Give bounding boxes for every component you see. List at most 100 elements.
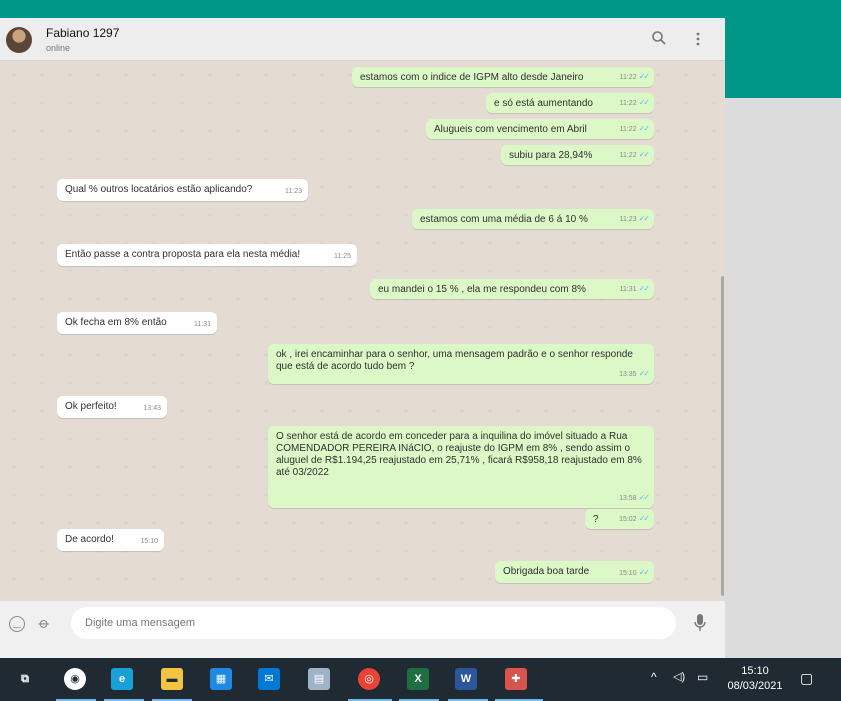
message-meta: 11:23 — [285, 186, 302, 198]
read-receipt-icon: ✓✓ — [638, 284, 650, 293]
message-meta: 11:22 ✓✓ — [619, 123, 650, 136]
message-text: Qual % outros locatários estão aplicando… — [65, 184, 253, 195]
message-bubble-out[interactable]: ? 15:02 ✓✓ — [585, 509, 654, 529]
taskbar-app-cylinder-icon[interactable]: ▤ — [308, 668, 330, 690]
message-bubble-out[interactable]: Obrigada boa tarde 15:10 ✓✓ — [495, 561, 654, 583]
read-receipt-icon: ✓✓ — [638, 98, 650, 107]
message-bubble-out[interactable]: eu mandei o 15 % , ela me respondeu com … — [370, 279, 654, 299]
windows-taskbar: ^ ◁) ▭ 15:10 08/03/2021 ▢ ⧉ ◉ e ▬ ▦ ✉ ▤ ◎ X W ✚ — [0, 658, 841, 701]
read-receipt-icon: ✓✓ — [638, 514, 650, 523]
taskbar-app-red-icon[interactable]: ✚ — [505, 668, 527, 690]
volume-icon[interactable]: ◁) — [673, 670, 685, 683]
message-bubble-out[interactable]: estamos com o indice de IGPM alto desde … — [352, 67, 654, 87]
attach-icon[interactable]: ⌀ — [35, 613, 54, 632]
taskbar-file-explorer-icon[interactable]: ▬ — [161, 668, 183, 690]
message-meta: 11:31 ✓✓ — [620, 283, 650, 296]
message-meta: 11:22 ✓✓ — [619, 149, 650, 162]
message-time: 15:02 — [619, 516, 637, 523]
read-receipt-icon: ✓✓ — [638, 493, 650, 502]
message-list[interactable]: estamos com o indice de IGPM alto desde … — [0, 61, 720, 601]
message-bubble-in[interactable]: Qual % outros locatários estão aplicando… — [57, 179, 308, 201]
message-text: Então passe a contra proposta para ela n… — [65, 249, 301, 260]
message-text: ? — [593, 514, 599, 525]
message-meta: 11:31 — [194, 319, 211, 331]
message-text: e só está aumentando — [494, 98, 593, 109]
message-meta: 11:22 ✓✓ — [619, 97, 650, 110]
taskbar-clock[interactable]: 15:10 08/03/2021 — [720, 664, 790, 694]
message-time: 13:35 — [619, 371, 637, 378]
scrollbar-thumb[interactable] — [721, 276, 724, 596]
message-meta: 11:25 — [334, 251, 351, 263]
read-receipt-icon: ✓✓ — [638, 369, 650, 378]
message-text: eu mandei o 15 % , ela me respondeu com … — [378, 284, 586, 295]
taskbar-excel-icon[interactable]: X — [407, 668, 429, 690]
read-receipt-icon: ✓✓ — [638, 124, 650, 133]
message-text: Ok fecha em 8% então — [65, 317, 167, 328]
message-text: De acordo! — [65, 534, 114, 545]
taskbar-edge-icon[interactable]: e — [111, 668, 133, 690]
composer-bar: ‿ ⌀ — [0, 601, 725, 658]
message-bubble-out[interactable]: subiu para 28,94% 11:22 ✓✓ — [501, 145, 654, 165]
menu-kebab-icon[interactable] — [689, 30, 707, 48]
message-text: Obrigada boa tarde — [503, 566, 590, 577]
message-time: 11:22 — [619, 126, 637, 133]
message-time: 11:22 — [619, 152, 637, 159]
message-meta: 13:43 — [143, 403, 161, 415]
message-meta: 11:23 ✓✓ — [619, 213, 650, 226]
taskbar-task-view-icon[interactable]: ⧉ — [14, 668, 36, 690]
message-time: 11:25 — [334, 253, 351, 260]
message-bubble-out[interactable]: Alugueis com vencimento em Abril 11:22 ✓✓ — [426, 119, 654, 139]
whatsapp-window: Fabiano 1297 online estamos com o indice… — [0, 18, 725, 658]
network-icon[interactable]: ▭ — [697, 670, 708, 684]
taskbar-mail-icon[interactable]: ✉ — [258, 668, 280, 690]
taskbar-chrome-icon[interactable]: ◎ — [358, 668, 380, 690]
message-text: estamos com uma média de 6 á 10 % — [420, 214, 588, 225]
message-text: subiu para 28,94% — [509, 150, 593, 161]
read-receipt-icon: ✓✓ — [638, 568, 650, 577]
message-time: 13:58 — [619, 495, 637, 502]
message-time: 11:22 — [619, 74, 637, 81]
message-time: 13:43 — [143, 405, 161, 412]
message-scrollbar[interactable] — [720, 61, 725, 601]
message-meta: 13:35 ✓✓ — [619, 368, 650, 381]
message-text: estamos com o indice de IGPM alto desde … — [360, 72, 584, 83]
taskbar-word-icon[interactable]: W — [455, 668, 477, 690]
message-time: 11:23 — [285, 188, 302, 195]
message-text: O senhor está de acordo em conceder para… — [276, 431, 642, 478]
message-bubble-in[interactable]: Ok fecha em 8% então 11:31 — [57, 312, 217, 334]
message-text: Alugueis com vencimento em Abril — [434, 124, 587, 135]
message-bubble-out[interactable]: O senhor está de acordo em conceder para… — [268, 426, 654, 508]
taskbar-store-icon[interactable]: ▦ — [210, 668, 232, 690]
notification-icon[interactable]: ▢ — [800, 670, 813, 687]
message-time: 11:31 — [194, 321, 211, 328]
contact-status: online — [46, 43, 71, 53]
message-bubble-out[interactable]: e só está aumentando 11:22 ✓✓ — [486, 93, 654, 113]
chat-header: Fabiano 1297 online — [0, 18, 725, 61]
message-meta: 15:10 ✓✓ — [619, 567, 650, 580]
message-bubble-in[interactable]: Ok perfeito! 13:43 — [57, 396, 167, 418]
contact-name[interactable]: Fabiano 1297 — [46, 26, 119, 40]
tray-chevron-up-icon[interactable]: ^ — [651, 670, 657, 684]
contact-avatar[interactable] — [6, 27, 32, 53]
message-meta: 13:58 ✓✓ — [619, 492, 650, 505]
microphone-icon[interactable] — [693, 613, 707, 633]
message-bubble-out[interactable]: ok , irei encaminhar para o senhor, uma … — [268, 344, 654, 384]
message-time: 11:22 — [619, 100, 637, 107]
message-bubble-in[interactable]: De acordo! 15:10 — [57, 529, 164, 551]
message-text: Ok perfeito! — [65, 401, 117, 412]
message-meta: 15:10 — [140, 536, 158, 548]
emoji-icon[interactable]: ‿ — [9, 616, 25, 632]
top-band — [0, 0, 841, 18]
clock-time: 15:10 — [741, 665, 769, 677]
message-bubble-out[interactable]: estamos com uma média de 6 á 10 % 11:23 ✓✓ — [412, 209, 654, 229]
message-text: ok , irei encaminhar para o senhor, uma … — [276, 349, 633, 372]
taskbar-app-circle-icon[interactable]: ◉ — [64, 668, 86, 690]
message-meta: 11:22 ✓✓ — [619, 71, 650, 84]
message-time: 15:10 — [619, 570, 637, 577]
read-receipt-icon: ✓✓ — [638, 214, 650, 223]
search-icon[interactable] — [650, 30, 668, 48]
message-input[interactable] — [71, 607, 676, 639]
message-bubble-in[interactable]: Então passe a contra proposta para ela n… — [57, 244, 357, 266]
background-green-panel — [725, 18, 841, 98]
message-time: 11:23 — [619, 216, 637, 223]
